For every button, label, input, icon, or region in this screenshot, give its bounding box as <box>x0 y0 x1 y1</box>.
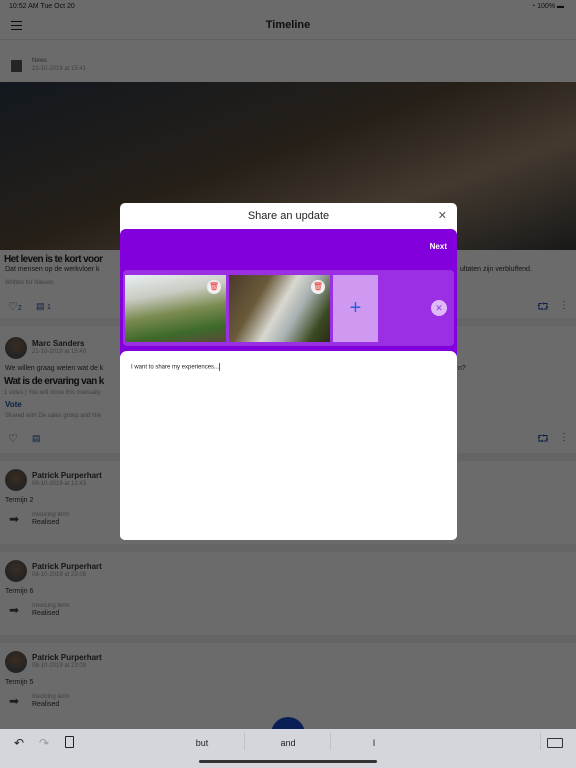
keyboard-hide-icon[interactable] <box>547 738 563 748</box>
text-caret <box>219 363 221 371</box>
term-status: Realised <box>32 701 60 708</box>
update-text-input[interactable]: I want to share my experiences... <box>120 351 457 540</box>
term-author[interactable]: Patrick Purperhart <box>32 562 102 571</box>
poll-author[interactable]: Marc Sanders <box>32 339 84 348</box>
add-post-button[interactable] <box>271 717 305 729</box>
like-button[interactable]: ♡2 <box>8 300 22 313</box>
poll-date: 21-10-2019 at 15:40 <box>32 349 87 355</box>
paste-icon[interactable] <box>65 736 74 748</box>
add-image-button[interactable]: + <box>333 275 378 342</box>
term-status: Realised <box>32 610 60 617</box>
term-date: 08-10-2019 at 23:08 <box>32 572 87 578</box>
news-body-right: ultaten zijn verbluffend. <box>460 266 532 273</box>
trash-icon[interactable]: 🗑 <box>311 280 325 294</box>
term-label: Invoicing term <box>32 694 70 700</box>
battery-level: ◔ 100% ▬ <box>530 3 564 10</box>
news-category: News <box>32 58 48 64</box>
term-date: 09-10-2019 at 12:43 <box>32 481 87 487</box>
news-written: Written for Nieuws <box>5 280 54 286</box>
comment-button[interactable]: ▤ 1 <box>36 301 51 312</box>
avatar <box>5 560 27 582</box>
close-media-icon[interactable]: ✕ <box>431 300 447 316</box>
newspaper-icon <box>11 60 22 72</box>
news-title[interactable]: Het leven is te kort voor <box>4 254 103 265</box>
term-author[interactable]: Patrick Purperhart <box>32 653 102 662</box>
vote-link[interactable]: Vote <box>5 400 22 409</box>
media-panel: Next 🗑 🗑 + ✕ <box>120 229 457 359</box>
term-title: Termijn 6 <box>5 588 34 595</box>
divider <box>0 635 576 643</box>
next-button[interactable]: Next <box>430 242 447 251</box>
term-label: Invoicing term <box>32 603 70 609</box>
suggestion[interactable]: but <box>162 738 242 748</box>
more-icon[interactable]: ⋮ <box>559 300 569 311</box>
status-bar: 10:52 AM Tue Oct 20 ◔ 100% ▬ <box>0 0 576 14</box>
like-button[interactable]: ♡ <box>8 432 18 445</box>
poll-text-right: n? <box>458 365 466 372</box>
poll-votes: 1 votes | You will close this manually <box>4 390 101 396</box>
attached-image-1[interactable]: 🗑 <box>125 275 226 342</box>
term-date: 08-10-2019 at 23:08 <box>32 663 87 669</box>
divider <box>330 733 331 750</box>
news-date: 21-10-2019 at 15:41 <box>32 66 87 72</box>
comment-button[interactable]: ▤ <box>32 433 41 444</box>
redo-icon[interactable]: ↷ <box>39 736 49 750</box>
share-icon[interactable]: ⮔ <box>537 432 549 449</box>
divider <box>540 733 541 750</box>
close-icon[interactable]: ✕ <box>438 209 447 222</box>
modal-title: Share an update <box>247 210 330 222</box>
poll-title: Wat is de ervaring van k <box>4 376 104 387</box>
status-time: 10:52 AM Tue Oct 20 <box>9 3 75 10</box>
term-title: Termijn 5 <box>5 679 34 686</box>
app-header: Timeline <box>0 14 576 40</box>
arrow-icon: ➡ <box>9 512 20 526</box>
divider <box>244 733 245 750</box>
page-title: Timeline <box>265 19 311 31</box>
avatar <box>5 337 27 359</box>
avatar <box>5 651 27 673</box>
poll-shared: Shared with De sales groep and Nie <box>5 413 102 419</box>
term-title: Termijn 2 <box>5 497 34 504</box>
arrow-icon: ➡ <box>9 603 20 617</box>
attached-image-2[interactable]: 🗑 <box>229 275 330 342</box>
more-icon[interactable]: ⋮ <box>559 432 569 443</box>
avatar <box>5 469 27 491</box>
suggestion[interactable]: I <box>334 738 414 748</box>
arrow-icon: ➡ <box>9 694 20 708</box>
home-indicator[interactable] <box>199 760 377 763</box>
trash-icon[interactable]: 🗑 <box>207 280 221 294</box>
share-update-modal: Share an update ✕ Next 🗑 🗑 + ✕ I want to… <box>120 203 457 540</box>
term-label: Invoicing term <box>32 512 70 518</box>
suggestion[interactable]: and <box>248 738 328 748</box>
news-body-left: Dat mensen op de werkvloer k <box>5 266 100 273</box>
share-icon[interactable]: ⮔ <box>537 300 549 317</box>
undo-icon[interactable]: ↶ <box>14 736 24 750</box>
term-status: Realised <box>32 519 60 526</box>
term-author[interactable]: Patrick Purperhart <box>32 471 102 480</box>
poll-text-left: We willen graag weten wat de k <box>5 365 104 372</box>
image-strip: 🗑 🗑 + ✕ <box>123 270 454 346</box>
divider <box>0 544 576 552</box>
